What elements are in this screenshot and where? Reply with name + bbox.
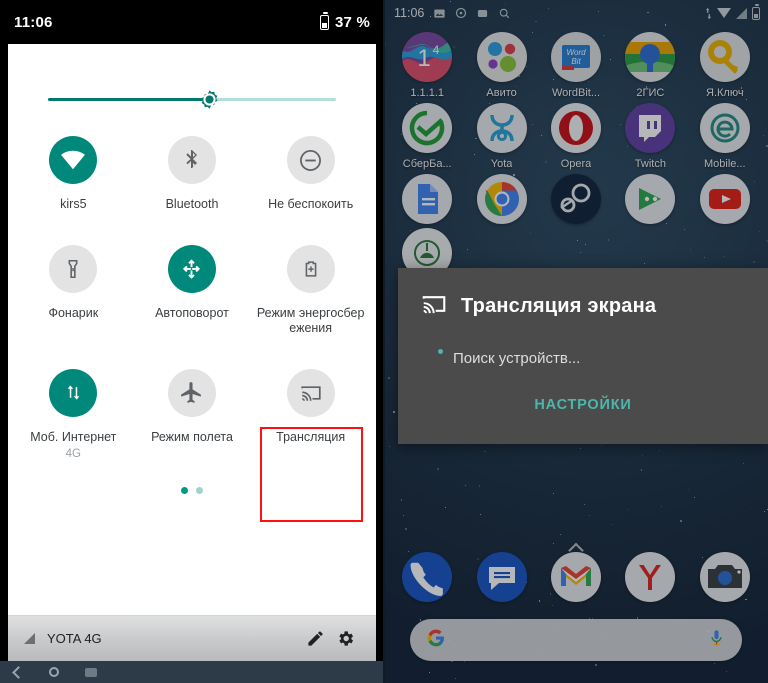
cast-settings-label: НАСТРОЙКИ (534, 397, 632, 413)
qs-pager[interactable] (8, 487, 376, 495)
tile-flashlight[interactable]: Фонарик (14, 235, 133, 337)
tile-label: Режим полета (151, 429, 233, 444)
pager-dot-1[interactable] (181, 487, 188, 495)
qs-status-time: 11:06 (14, 13, 53, 31)
qs-battery-text: 37 % (335, 13, 370, 31)
qs-sheet: kirs5 Bluetooth Не беспокоить Фонарик Ав… (8, 44, 376, 615)
cast-dialog-status: Поиск устройств... (453, 350, 581, 367)
pencil-icon[interactable] (300, 624, 330, 654)
brightness-slider[interactable] (48, 89, 336, 110)
tile-mobile-data[interactable]: Моб. Интернет 4G (14, 359, 133, 462)
brightness-row (8, 44, 376, 110)
cast-dialog-status-row: Поиск устройств... (420, 349, 746, 368)
tile-label: kirs5 (60, 197, 87, 211)
nav-bar (0, 661, 384, 683)
cast-icon (286, 368, 335, 417)
loading-spinner-icon (438, 349, 443, 354)
tiles-grid: kirs5 Bluetooth Не беспокоить Фонарик Ав… (8, 108, 376, 461)
flashlight-icon (49, 244, 98, 293)
qs-status-bar: 11:06 37 % (0, 0, 384, 44)
battery-saver-icon (286, 244, 335, 293)
tile-label: Трансляция (276, 429, 346, 444)
mobile-data-icon (49, 368, 98, 417)
tile-label: Моб. Интернет (30, 429, 117, 444)
battery-icon (320, 11, 329, 30)
slider-fill (48, 98, 210, 101)
home-screen-panel: 11:06 1 4 1.1.1.1 Авито Word Bit WordBit… (384, 0, 768, 683)
tile-label: Bluetooth (165, 197, 219, 211)
cast-dialog-title: Трансляция экрана (461, 295, 657, 317)
cast-dialog: Трансляция экрана Поиск устройств... НАС… (398, 268, 768, 444)
auto-rotate-icon (167, 244, 216, 293)
gear-icon[interactable] (330, 624, 360, 654)
tile-label: Фонарик (48, 305, 99, 320)
qs-footer: YOTA 4G (8, 615, 376, 661)
cast-dialog-header: Трансляция экрана (420, 290, 746, 323)
cast-icon (420, 290, 448, 323)
tile-do-not-disturb[interactable]: Не беспокоить (251, 126, 370, 213)
back-icon[interactable] (12, 665, 25, 679)
pager-dot-2[interactable] (196, 487, 203, 495)
tile-airplane-mode[interactable]: Режим полета (133, 359, 252, 462)
signal-icon (24, 633, 35, 644)
quick-settings-panel: 11:06 37 % kirs5 Bluetooth Не беспокоить… (0, 0, 384, 683)
tile-bluetooth[interactable]: Bluetooth (133, 126, 252, 213)
tile-label: Режим энергосбережения (256, 305, 365, 336)
tile-cast[interactable]: Трансляция (251, 359, 370, 462)
home-icon[interactable] (49, 667, 59, 677)
cast-settings-button[interactable]: НАСТРОЙКИ (420, 396, 746, 414)
tile-battery-saver[interactable]: Режим энергосбережения (251, 235, 370, 337)
tile-label: Автоповорот (155, 305, 229, 320)
recents-icon[interactable] (85, 667, 97, 677)
tile-label: Не беспокоить (268, 197, 354, 211)
wifi-icon (49, 136, 98, 184)
slider-knob[interactable] (199, 89, 220, 110)
screenshot-root: 11:06 37 % kirs5 Bluetooth Не беспокоить… (0, 0, 768, 683)
tile-wifi[interactable]: kirs5 (14, 126, 133, 213)
tile-sublabel: 4G (65, 447, 81, 460)
airplane-icon (167, 368, 216, 417)
bluetooth-icon (167, 136, 216, 184)
panel-divider (383, 0, 385, 683)
carrier-label: YOTA 4G (47, 631, 102, 646)
carrier-info: YOTA 4G (24, 631, 102, 646)
qs-status-right: 37 % (320, 11, 370, 31)
do-not-disturb-icon (286, 136, 335, 184)
tile-auto-rotate[interactable]: Автоповорот (133, 235, 252, 337)
